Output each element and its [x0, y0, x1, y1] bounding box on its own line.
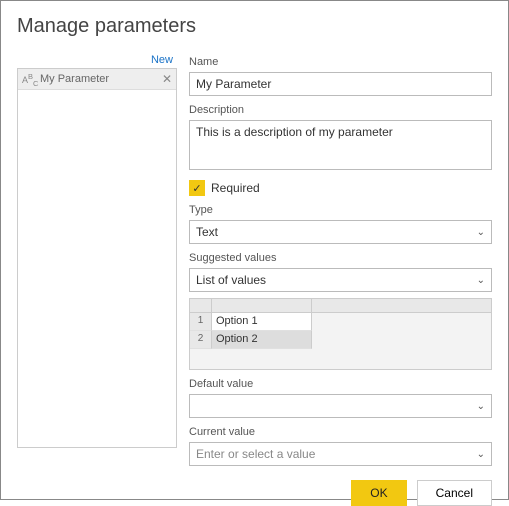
content-area: New ABC My Parameter ✕ Name Description … — [17, 52, 492, 466]
grid-filler — [312, 299, 491, 313]
ok-button[interactable]: OK — [351, 480, 406, 506]
grid-row[interactable]: 1 Option 1 — [190, 313, 491, 331]
suggested-values-label: Suggested values — [189, 252, 492, 264]
required-row: ✓ Required — [189, 180, 492, 196]
required-label: Required — [211, 181, 260, 195]
suggested-values-value: List of values — [196, 273, 266, 287]
default-value-select[interactable]: ⌄ — [189, 394, 492, 418]
form-panel: Name Description This is a description o… — [189, 52, 492, 466]
required-checkbox[interactable]: ✓ — [189, 180, 205, 196]
chevron-down-icon: ⌄ — [477, 227, 485, 238]
cancel-button[interactable]: Cancel — [417, 480, 492, 506]
description-input[interactable]: This is a description of my parameter — [189, 120, 492, 170]
row-value[interactable]: Option 1 — [212, 313, 312, 331]
values-grid[interactable]: 1 Option 1 2 Option 2 — [189, 298, 492, 370]
grid-corner — [190, 299, 212, 313]
row-value[interactable]: Option 2 — [212, 331, 312, 349]
chevron-down-icon: ⌄ — [477, 449, 485, 460]
current-value-select[interactable]: Enter or select a value ⌄ — [189, 442, 492, 466]
type-label: Type — [189, 204, 492, 216]
row-index: 1 — [190, 313, 212, 331]
dialog-footer: OK Cancel — [17, 480, 492, 506]
new-parameter-link[interactable]: New — [17, 52, 177, 68]
description-label: Description — [189, 104, 492, 116]
grid-col-header — [212, 299, 312, 313]
sidebar: New ABC My Parameter ✕ — [17, 52, 177, 466]
dialog-title: Manage parameters — [17, 15, 492, 38]
current-value-label: Current value — [189, 426, 492, 438]
chevron-down-icon: ⌄ — [477, 275, 485, 286]
checkmark-icon: ✓ — [192, 182, 201, 195]
name-label: Name — [189, 56, 492, 68]
parameter-item[interactable]: ABC My Parameter ✕ — [18, 69, 176, 90]
chevron-down-icon: ⌄ — [477, 401, 485, 412]
parameter-item-label: My Parameter — [40, 73, 162, 85]
close-icon[interactable]: ✕ — [162, 72, 172, 86]
text-type-icon: ABC — [22, 72, 36, 86]
default-value-label: Default value — [189, 378, 492, 390]
parameter-list: ABC My Parameter ✕ — [17, 68, 177, 448]
name-input[interactable] — [189, 72, 492, 96]
current-value-placeholder: Enter or select a value — [196, 447, 315, 461]
suggested-values-select[interactable]: List of values ⌄ — [189, 268, 492, 292]
grid-row[interactable]: 2 Option 2 — [190, 331, 491, 349]
type-select-value: Text — [196, 225, 218, 239]
row-index: 2 — [190, 331, 212, 349]
type-select[interactable]: Text ⌄ — [189, 220, 492, 244]
